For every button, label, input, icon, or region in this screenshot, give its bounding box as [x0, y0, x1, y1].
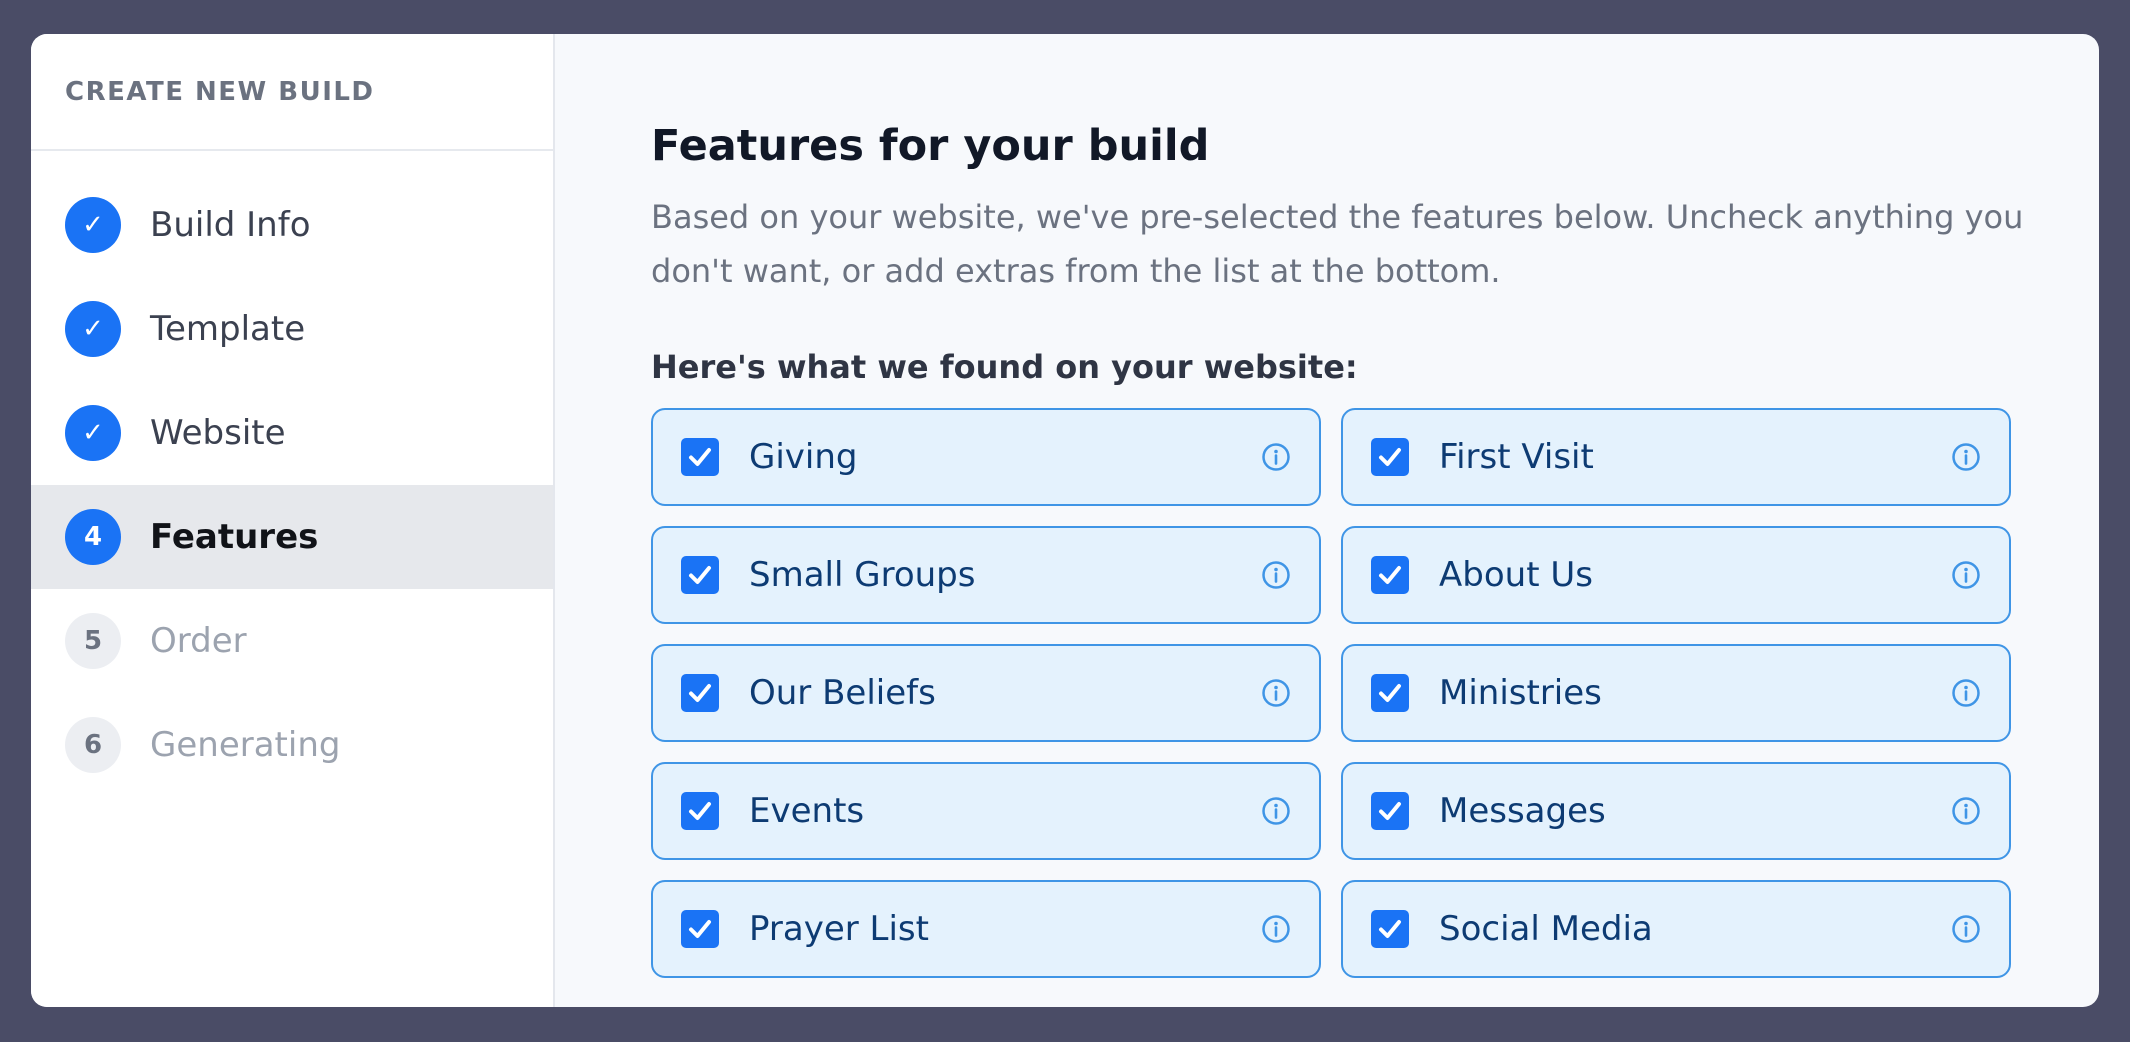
step-order: 5 Order	[31, 589, 553, 693]
feature-label: Ministries	[1439, 673, 1602, 713]
info-icon[interactable]	[1951, 914, 1981, 944]
info-icon[interactable]	[1951, 796, 1981, 826]
step-generating: 6 Generating	[31, 693, 553, 797]
feature-label: Our Beliefs	[749, 673, 936, 713]
feature-label: Events	[749, 791, 865, 831]
feature-checkbox[interactable]	[681, 910, 719, 948]
page-description: Based on your website, we've pre-selecte…	[651, 198, 2024, 290]
feature-label: Social Media	[1439, 909, 1653, 949]
step-label: Website	[150, 413, 286, 453]
feature-card-messages[interactable]: Messages	[1341, 762, 2011, 860]
step-number-badge: 6	[65, 717, 121, 773]
feature-card-ministries[interactable]: Ministries	[1341, 644, 2011, 742]
feature-checkbox[interactable]	[681, 556, 719, 594]
feature-card-giving[interactable]: Giving	[651, 408, 1321, 506]
wizard-steps: ✓ Build Info ✓ Template ✓ Website 4 Feat…	[31, 151, 553, 797]
feature-label: About Us	[1439, 555, 1593, 595]
checkmark-icon	[689, 684, 711, 702]
step-label: Template	[150, 309, 306, 349]
feature-label: Prayer List	[749, 909, 929, 949]
checkmark-icon	[689, 448, 711, 466]
feature-label: Messages	[1439, 791, 1606, 831]
info-icon[interactable]	[1951, 560, 1981, 590]
step-template[interactable]: ✓ Template	[31, 277, 553, 381]
checkmark-icon	[689, 802, 711, 820]
step-label: Build Info	[150, 205, 311, 245]
feature-checkbox[interactable]	[1371, 910, 1409, 948]
feature-checkbox[interactable]	[1371, 438, 1409, 476]
feature-card-about-us[interactable]: About Us	[1341, 526, 2011, 624]
page-title: Features for your build	[651, 121, 1210, 171]
step-number-badge: 4	[65, 509, 121, 565]
checkmark-icon	[1379, 920, 1401, 938]
feature-checkbox[interactable]	[1371, 556, 1409, 594]
checkmark-icon	[1379, 448, 1401, 466]
step-complete-check-icon: ✓	[65, 405, 121, 461]
step-website[interactable]: ✓ Website	[31, 381, 553, 485]
info-icon[interactable]	[1261, 442, 1291, 472]
feature-label: First Visit	[1439, 437, 1594, 477]
feature-card-first-visit[interactable]: First Visit	[1341, 408, 2011, 506]
feature-card-events[interactable]: Events	[651, 762, 1321, 860]
feature-grid: Giving First Visit Small Groups About Us…	[651, 408, 2099, 978]
feature-card-our-beliefs[interactable]: Our Beliefs	[651, 644, 1321, 742]
step-number-badge: 5	[65, 613, 121, 669]
info-icon[interactable]	[1951, 442, 1981, 472]
feature-label: Giving	[749, 437, 858, 477]
info-icon[interactable]	[1261, 796, 1291, 826]
feature-checkbox[interactable]	[1371, 792, 1409, 830]
sidebar-title: CREATE NEW BUILD	[65, 76, 375, 107]
step-complete-check-icon: ✓	[65, 197, 121, 253]
info-icon[interactable]	[1261, 560, 1291, 590]
info-icon[interactable]	[1951, 678, 1981, 708]
checkmark-icon	[1379, 802, 1401, 820]
section-heading: Here's what we found on your website:	[651, 348, 1358, 386]
step-label: Generating	[150, 725, 341, 765]
features-panel: Features for your build Based on your we…	[555, 34, 2099, 1007]
step-label: Features	[150, 517, 319, 557]
wizard-sidebar: CREATE NEW BUILD ✓ Build Info ✓ Template…	[31, 34, 555, 1007]
info-icon[interactable]	[1261, 914, 1291, 944]
info-icon[interactable]	[1261, 678, 1291, 708]
checkmark-icon	[1379, 566, 1401, 584]
checkmark-icon	[689, 920, 711, 938]
sidebar-header: CREATE NEW BUILD	[31, 34, 553, 151]
step-complete-check-icon: ✓	[65, 301, 121, 357]
feature-card-small-groups[interactable]: Small Groups	[651, 526, 1321, 624]
step-label: Order	[150, 621, 247, 661]
step-features[interactable]: 4 Features	[31, 485, 553, 589]
feature-checkbox[interactable]	[681, 792, 719, 830]
feature-checkbox[interactable]	[681, 438, 719, 476]
checkmark-icon	[1379, 684, 1401, 702]
feature-card-prayer-list[interactable]: Prayer List	[651, 880, 1321, 978]
feature-card-social-media[interactable]: Social Media	[1341, 880, 2011, 978]
step-build-info[interactable]: ✓ Build Info	[31, 173, 553, 277]
checkmark-icon	[689, 566, 711, 584]
feature-checkbox[interactable]	[1371, 674, 1409, 712]
feature-checkbox[interactable]	[681, 674, 719, 712]
build-wizard-window: CREATE NEW BUILD ✓ Build Info ✓ Template…	[31, 34, 2099, 1007]
feature-label: Small Groups	[749, 555, 976, 595]
